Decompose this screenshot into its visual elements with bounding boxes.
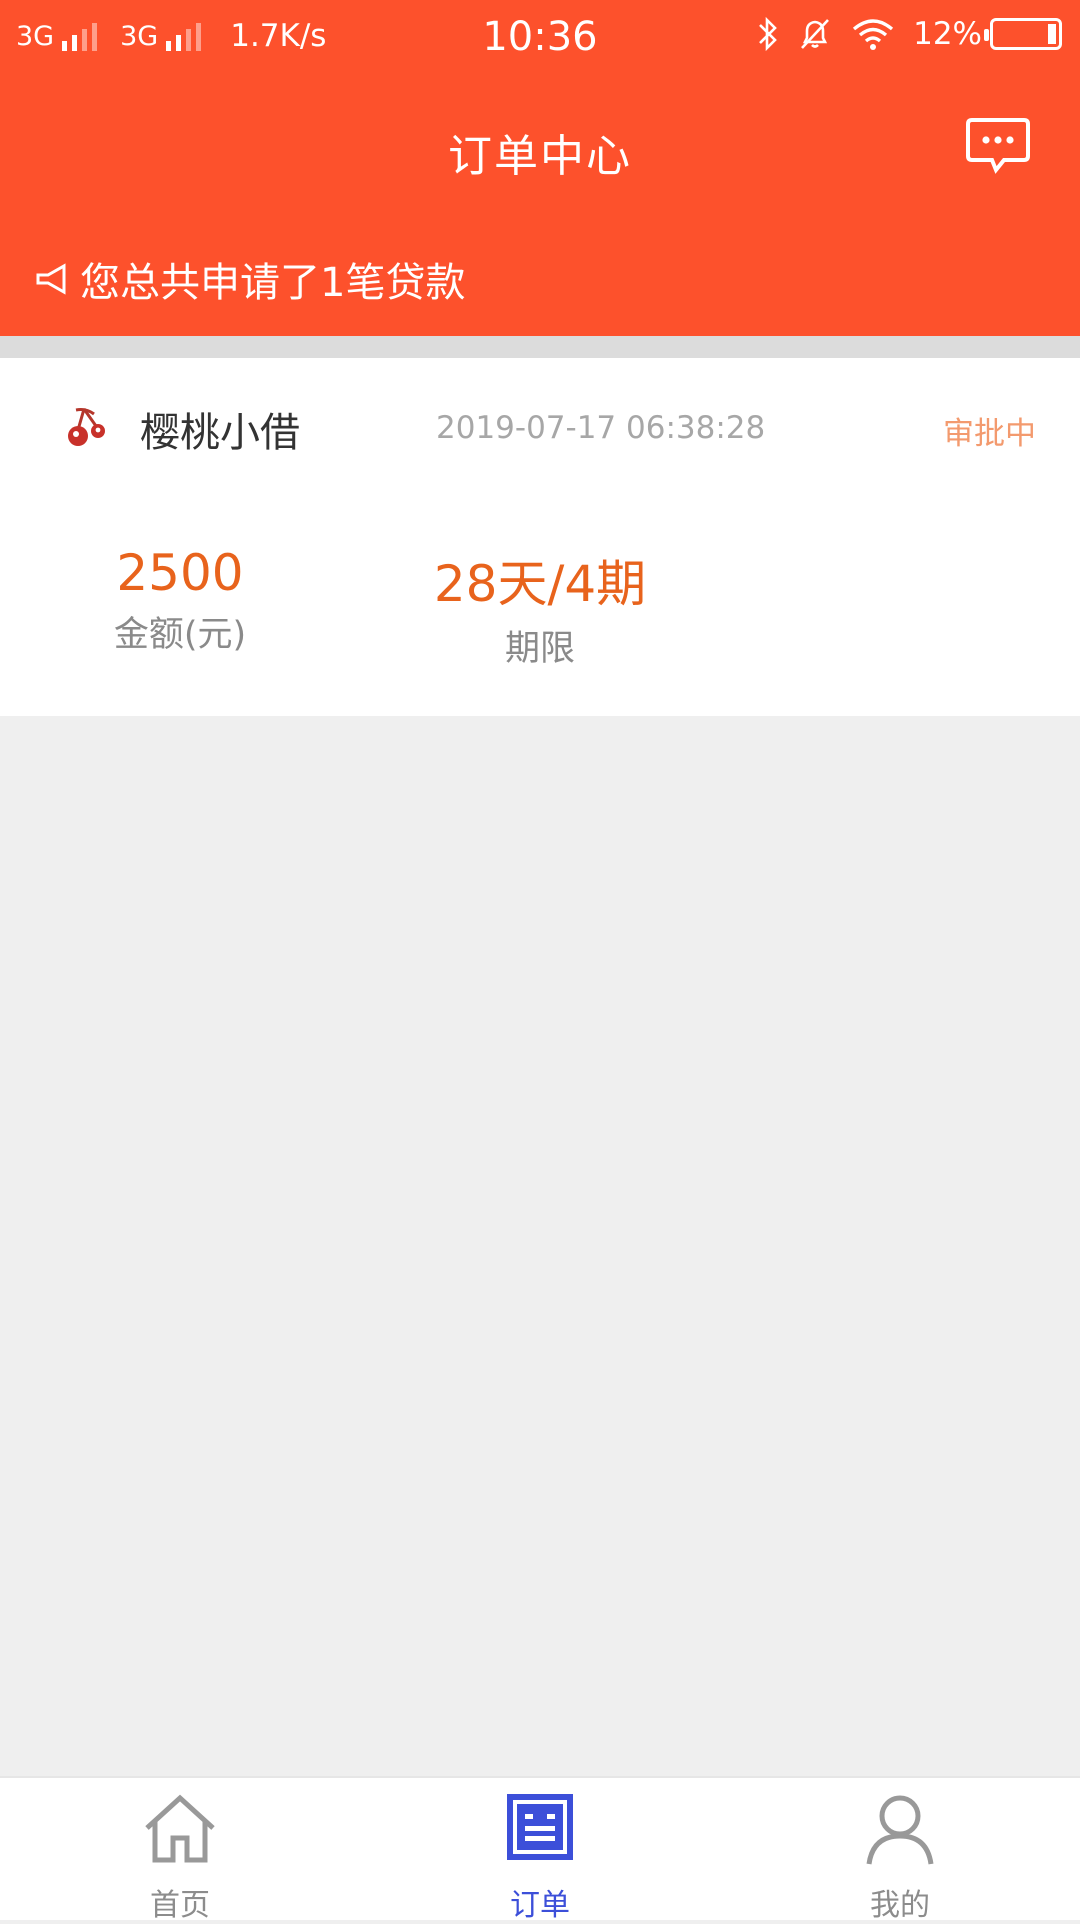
lender-name: 樱桃小借 [140, 410, 300, 456]
status-badge: 审批中 [943, 416, 1036, 452]
section-divider [0, 336, 1080, 358]
term-label: 期限 [504, 629, 575, 669]
message-icon[interactable] [966, 116, 1030, 176]
loan-notice: 您总共申请了1笔贷款 [34, 250, 465, 308]
tab-orders[interactable]: 订单 [360, 1778, 720, 1923]
wifi-icon [852, 19, 894, 50]
loan-term: 28天/4期 期限 [420, 544, 660, 671]
order-icon [507, 1794, 573, 1860]
status-bar: 3G 3G 1.7K/s 10:36 12% [0, 0, 1080, 76]
page-title: 订单中心 [448, 131, 632, 182]
battery-percent: 12% [913, 16, 982, 52]
amount-label: 金额(元) [113, 615, 247, 655]
tab-bar: 首页 订单 我的 [0, 1776, 1080, 1923]
cherry-icon [68, 408, 105, 446]
tab-profile-label: 我的 [870, 1888, 930, 1923]
header: 3G 3G 1.7K/s 10:36 12% 订单中心 您总共申请了1笔贷款 [0, 0, 1080, 336]
mute-bell-icon [801, 19, 830, 49]
home-icon [145, 1794, 215, 1863]
order-time: 2019-07-17 06:38:28 [436, 410, 766, 446]
tab-orders-label: 订单 [510, 1888, 570, 1923]
status-right: 12% [739, 16, 1062, 52]
term-value: 28天/4期 [433, 555, 647, 613]
order-card[interactable]: 樱桃小借 2019-07-17 06:38:28 审批中 2500 金额(元) … [0, 358, 1080, 716]
amount-value: 2500 [116, 544, 244, 602]
megaphone-icon [36, 263, 66, 295]
tab-home[interactable]: 首页 [0, 1778, 360, 1923]
loan-amount: 2500 金额(元) [80, 544, 280, 657]
battery-icon [984, 18, 1062, 50]
bluetooth-icon [759, 16, 777, 52]
person-icon [866, 1795, 934, 1865]
tab-profile[interactable]: 我的 [720, 1778, 1080, 1923]
notice-text: 您总共申请了1笔贷款 [80, 260, 466, 306]
tab-home-label: 首页 [150, 1888, 210, 1923]
